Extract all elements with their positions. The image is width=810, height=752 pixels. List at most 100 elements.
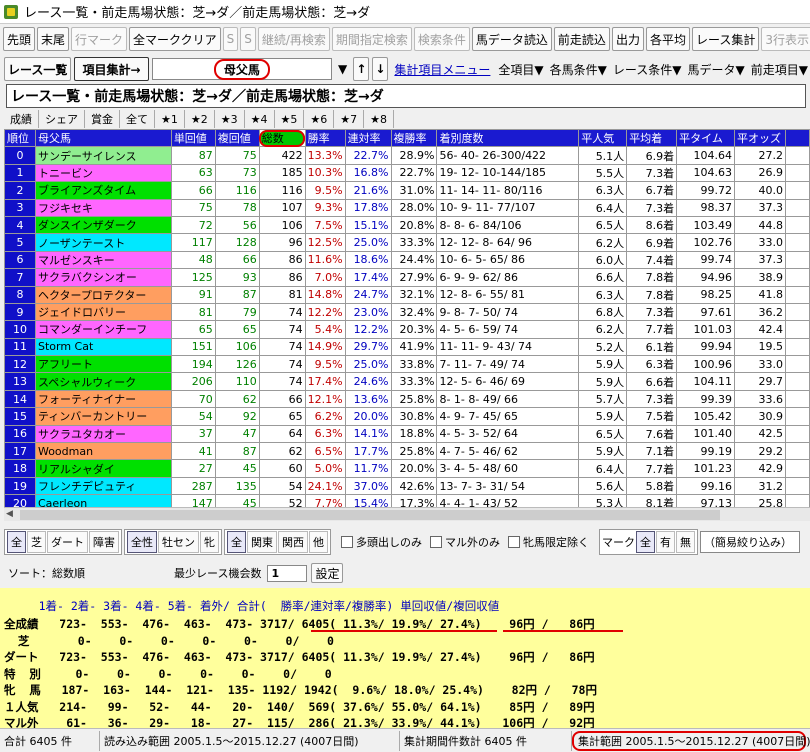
item-aggregate-button[interactable]: 項目集計→: [74, 57, 149, 81]
toolbar-button-12[interactable]: 各平均: [645, 27, 690, 51]
menu-4[interactable]: 前走項目▼: [749, 57, 810, 81]
sex-filter-2[interactable]: 牝: [200, 531, 219, 553]
cell-着別度数: 4- 4- 1- 43/ 52: [436, 494, 580, 507]
toolbar-button-2[interactable]: 行マーク: [71, 27, 128, 51]
tab-8[interactable]: ★5: [275, 110, 305, 128]
table-row[interactable]: 8 ヘクタープロテクター 91 87 81 14.8% 24.7% 32.1% 12- 8- 6…: [4, 285, 810, 304]
column-header-6[interactable]: 連対率: [344, 129, 392, 148]
toolbar-button-5[interactable]: S: [240, 27, 256, 51]
tab-9[interactable]: ★6: [304, 110, 335, 128]
column-header-2[interactable]: 単回値: [170, 129, 216, 148]
tab-7[interactable]: ★4: [245, 110, 275, 128]
scroll-thumb[interactable]: [20, 510, 720, 520]
region-filter-0[interactable]: 全: [227, 531, 246, 553]
table-row[interactable]: 11 Storm Cat 151 106 74 14.9% 29.7% 41.9% 11- 11…: [4, 337, 810, 357]
table-row[interactable]: 15 ティンバーカントリー 54 92 65 6.2% 20.0% 30.8% 4- 9- 7-…: [4, 407, 810, 426]
region-filter-2[interactable]: 関西: [278, 531, 308, 553]
table-row[interactable]: 20 Caerleon 147 45 52 7.7% 15.4% 17.3% 4- 4- 1- …: [4, 494, 810, 507]
filter-checkbox-2[interactable]: 牝馬限定除く: [508, 534, 589, 550]
mark-filter-1[interactable]: 有: [656, 531, 675, 553]
region-filter-3[interactable]: 他: [309, 531, 328, 553]
table-row[interactable]: 19 フレンチデピュティ 287 135 54 24.1% 37.0% 42.6% 13- 7-…: [4, 476, 810, 496]
tab-2[interactable]: 賞金: [85, 110, 120, 128]
column-header-0[interactable]: 順位: [4, 129, 36, 148]
menu-1[interactable]: 各馬条件▼: [548, 57, 609, 81]
toolbar-button-13[interactable]: レース集計: [691, 27, 760, 51]
table-row[interactable]: 7 サクラバクシンオー 125 93 86 7.0% 17.4% 27.9% 6- 9- 9- …: [4, 268, 810, 287]
scroll-left-icon[interactable]: ◀: [6, 509, 13, 519]
sex-filter-1[interactable]: 牡セン: [158, 531, 199, 553]
dropdown-arrow-icon[interactable]: ▼: [335, 57, 350, 81]
tab-4[interactable]: ★1: [155, 110, 185, 128]
tab-1[interactable]: シェア: [39, 110, 85, 128]
tab-6[interactable]: ★3: [215, 110, 245, 128]
table-row[interactable]: 10 コマンダーインチーフ 65 65 74 5.4% 12.2% 20.3% 4- 5- 6-…: [4, 320, 810, 339]
column-header-9[interactable]: 平人気: [578, 129, 628, 148]
tab-0[interactable]: 成績: [4, 110, 39, 128]
column-header-10[interactable]: 平均着: [626, 129, 678, 148]
surface-filter-3[interactable]: 障害: [89, 531, 119, 553]
column-header-7[interactable]: 複勝率: [390, 129, 438, 148]
toolbar-button-1[interactable]: 末尾: [37, 27, 70, 51]
table-row[interactable]: 3 フジキセキ 75 78 107 9.3% 17.8% 28.0% 10- 9- 11- 77…: [4, 198, 810, 217]
table-row[interactable]: 14 フォーティナイナー 70 62 66 12.1% 13.6% 25.8% 8- 1- 8-…: [4, 389, 810, 409]
column-header-5[interactable]: 勝率: [304, 129, 346, 148]
horizontal-scrollbar[interactable]: ◀: [4, 507, 810, 521]
toolbar-button-6[interactable]: 継続/再検索: [257, 27, 330, 51]
column-header-1[interactable]: 母父馬: [34, 129, 172, 148]
aggregate-item-select[interactable]: 母父馬: [151, 58, 332, 80]
tab-5[interactable]: ★2: [185, 110, 215, 128]
quick-filter-select[interactable]: （簡易絞り込み）: [700, 531, 800, 553]
surface-filter-0[interactable]: 全: [7, 531, 26, 553]
checkbox-icon[interactable]: [341, 536, 353, 548]
aggregate-menu-link[interactable]: 集計項目メニュー: [391, 57, 493, 81]
min-race-input[interactable]: 1: [267, 564, 308, 582]
tab-11[interactable]: ★8: [364, 110, 394, 128]
checkbox-icon[interactable]: [508, 536, 520, 548]
region-filter-1[interactable]: 関東: [247, 531, 277, 553]
column-header-11[interactable]: 平タイム: [676, 129, 736, 148]
toolbar-button-3[interactable]: 全マーククリア: [129, 27, 221, 51]
tab-10[interactable]: ★7: [334, 110, 365, 128]
menu-3[interactable]: 馬データ▼: [686, 57, 747, 81]
toolbar-button-14[interactable]: 3行表示: [761, 27, 810, 51]
filter-checkbox-1[interactable]: マル外のみ: [430, 534, 500, 550]
surface-filter-1[interactable]: 芝: [27, 531, 46, 553]
checkbox-icon[interactable]: [430, 536, 442, 548]
column-header-3[interactable]: 複回値: [214, 129, 260, 148]
race-list-button[interactable]: レース一覧: [4, 57, 72, 81]
table-row[interactable]: 18 リアルシャダイ 27 45 60 5.0% 11.7% 20.0% 3- 4- 5- 48…: [4, 459, 810, 478]
mark-filter-0[interactable]: 全: [636, 531, 655, 553]
table-row[interactable]: 17 Woodman 41 87 62 6.5% 17.7% 25.8% 4- 7- 5- 46…: [4, 442, 810, 461]
set-button[interactable]: 設定: [311, 563, 344, 583]
table-row[interactable]: 0 サンデーサイレンス 87 75 422 13.3% 22.7% 28.9% 56- 40- …: [4, 146, 810, 165]
table-row[interactable]: 13 スペシャルウィーク 206 110 74 17.4% 24.6% 33.3% 12- 5-…: [4, 372, 810, 391]
table-row[interactable]: 2 ブライアンズタイム 66 116 116 9.5% 21.6% 31.0% 11- 14- …: [4, 181, 810, 200]
column-header-4[interactable]: 総数: [258, 129, 306, 148]
table-row[interactable]: 9 ジェイドロバリー 81 79 74 12.2% 23.0% 32.4% 9- 8- 7- 5…: [4, 302, 810, 322]
sort-down-button[interactable]: ↓: [372, 57, 389, 81]
table-row[interactable]: 5 ノーザンテースト 117 128 96 12.5% 25.0% 33.3% 12- 12- …: [4, 233, 810, 252]
table-row[interactable]: 4 ダンスインザダーク 72 56 106 7.5% 15.1% 20.8% 8- 8- 6- …: [4, 215, 810, 235]
toolbar-button-4[interactable]: S: [222, 27, 239, 51]
toolbar-button-9[interactable]: 馬データ読込: [471, 27, 552, 51]
toolbar-button-0[interactable]: 先頭: [3, 27, 36, 51]
filter-checkbox-0[interactable]: 多頭出しのみ: [341, 534, 422, 550]
table-row[interactable]: 6 マルゼンスキー 48 66 86 11.6% 18.6% 24.4% 10- 6- 5- 6…: [4, 250, 810, 270]
table-row[interactable]: 1 トニービン 63 73 185 10.3% 16.8% 22.7% 19- 12- 10-1…: [4, 163, 810, 183]
menu-2[interactable]: レース条件▼: [611, 57, 684, 81]
toolbar-button-8[interactable]: 検索条件: [413, 27, 470, 51]
table-row[interactable]: 16 サクラユタカオー 37 47 64 6.3% 14.1% 18.8% 4- 5- 3- 5…: [4, 424, 810, 444]
table-row[interactable]: 12 アフリート 194 126 74 9.5% 25.0% 33.8% 7- 11- 7- 4…: [4, 355, 810, 374]
column-header-8[interactable]: 着別度数: [436, 129, 580, 148]
toolbar-button-7[interactable]: 期間指定検索: [331, 27, 412, 51]
sex-filter-0[interactable]: 全性: [127, 531, 157, 553]
tab-3[interactable]: 全て: [120, 110, 155, 128]
surface-filter-2[interactable]: ダート: [47, 531, 88, 553]
toolbar-button-11[interactable]: 出力: [611, 27, 644, 51]
menu-0[interactable]: 全項目▼: [496, 57, 545, 81]
toolbar-button-10[interactable]: 前走読込: [553, 27, 610, 51]
column-header-12[interactable]: 平オッズ: [734, 129, 787, 148]
sort-up-button[interactable]: ↑: [353, 57, 370, 81]
mark-filter-2[interactable]: 無: [676, 531, 695, 553]
